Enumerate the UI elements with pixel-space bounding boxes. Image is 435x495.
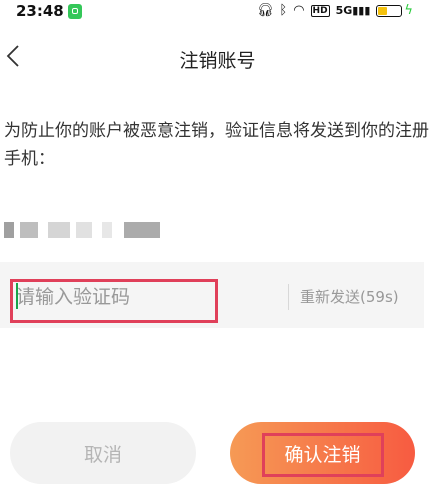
info-text: 为防止你的账户被恶意注销，验证信息将发送到你的注册手机： bbox=[4, 121, 429, 169]
headphones-icon: 🎧︎ bbox=[256, 3, 274, 18]
resend-button[interactable]: 重新发送(59s) bbox=[300, 286, 399, 307]
bluetooth-icon: ᛒ bbox=[279, 3, 288, 18]
phone-blur-block bbox=[20, 222, 38, 238]
phone-blur-block bbox=[102, 222, 112, 238]
phone-blur-block bbox=[124, 222, 160, 238]
hd-icon: HD bbox=[310, 4, 330, 17]
clock: 23:48 bbox=[16, 2, 64, 20]
battery-icon bbox=[376, 4, 403, 17]
signal-icon: 5G▮▮▮ bbox=[335, 4, 371, 17]
charging-icon: ϟ bbox=[404, 3, 413, 18]
text-cursor bbox=[16, 283, 18, 309]
divider bbox=[288, 284, 289, 310]
confirm-deregister-button[interactable]: 确认注销 bbox=[230, 422, 415, 484]
phone-blur-block bbox=[4, 222, 14, 238]
status-icons: 🎧︎ ᛒ ◠ HD 5G▮▮▮ ϟ bbox=[257, 3, 413, 18]
verification-code-input[interactable] bbox=[14, 280, 208, 314]
masked-phone-number bbox=[4, 222, 164, 238]
page-title: 注销账号 bbox=[179, 50, 256, 72]
app-icon bbox=[68, 4, 82, 19]
phone-blur-block bbox=[76, 222, 92, 238]
nav-bar: 注销账号 bbox=[0, 30, 435, 86]
battery-fill bbox=[378, 6, 388, 15]
phone-blur-block bbox=[48, 222, 70, 238]
wifi-icon: ◠ bbox=[293, 3, 305, 18]
status-bar: 23:48 🎧︎ ᛒ ◠ HD 5G▮▮▮ ϟ bbox=[0, 0, 435, 26]
cancel-button[interactable]: 取消 bbox=[10, 422, 196, 484]
